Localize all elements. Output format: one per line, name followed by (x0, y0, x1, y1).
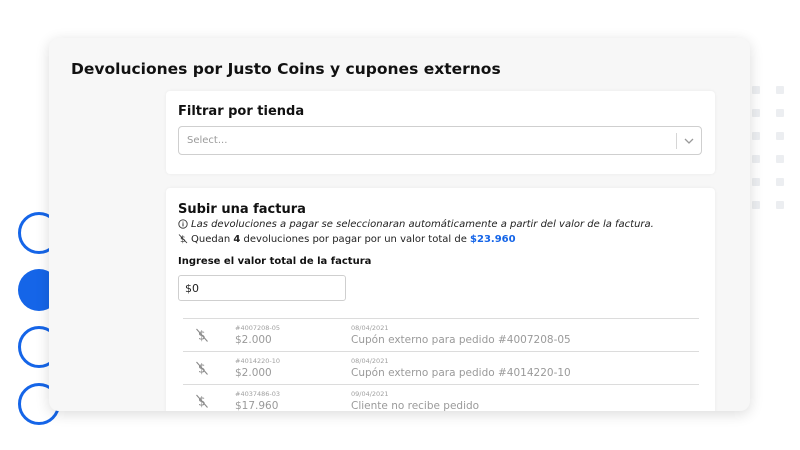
remaining-middle: devoluciones por pagar por un valor tota… (243, 234, 467, 245)
return-date: 08/04/2021 (351, 357, 389, 365)
dollar-slash-icon: $ (195, 393, 209, 409)
info-text: Las devoluciones a pagar se seleccionara… (191, 219, 654, 230)
remaining-summary: $ Quedan 4 devoluciones por pagar por un… (178, 233, 516, 247)
invoice-value-label: Ingrese el valor total de la factura (178, 256, 372, 267)
remaining-total[interactable]: $23.960 (470, 234, 516, 245)
info-icon (178, 219, 188, 232)
select-separator (676, 133, 677, 149)
invoice-value-input[interactable] (178, 275, 346, 301)
store-filter-panel: Filtrar por tienda Select... (166, 91, 715, 174)
order-id: #4037486-03 (235, 390, 281, 398)
filter-title: Filtrar por tienda (178, 104, 305, 119)
return-amount: $2.000 (235, 367, 272, 379)
returns-list: $ #4007208-05 $2.000 08/04/2021 Cupón ex… (183, 318, 699, 411)
dollar-slash-icon: $ (178, 233, 188, 247)
return-description: Cliente no recibe pedido (351, 400, 480, 411)
list-item[interactable]: $ #4037486-03 $17.960 09/04/2021 Cliente… (183, 384, 699, 411)
store-select[interactable]: Select... (178, 126, 702, 155)
page-title: Devoluciones por Justo Coins y cupones e… (71, 60, 501, 78)
return-date: 08/04/2021 (351, 324, 389, 332)
list-item[interactable]: $ #4014220-10 $2.000 08/04/2021 Cupón ex… (183, 351, 699, 384)
invoice-upload-panel: Subir una factura Las devoluciones a pag… (166, 188, 715, 411)
return-amount: $2.000 (235, 334, 272, 346)
order-id: #4014220-10 (235, 357, 281, 365)
store-select-placeholder: Select... (187, 135, 228, 146)
chevron-down-icon[interactable] (682, 133, 696, 149)
upload-title: Subir una factura (178, 202, 306, 217)
return-description: Cupón externo para pedido #4014220-10 (351, 367, 571, 379)
remaining-count: 4 (233, 234, 241, 245)
remaining-prefix: Quedan (191, 234, 231, 245)
dollar-slash-icon: $ (195, 360, 209, 376)
return-amount: $17.960 (235, 400, 279, 411)
info-note: Las devoluciones a pagar se seleccionara… (178, 219, 654, 232)
return-description: Cupón externo para pedido #4007208-05 (351, 334, 571, 346)
order-id: #4007208-05 (235, 324, 281, 332)
return-date: 09/04/2021 (351, 390, 389, 398)
dollar-slash-icon: $ (195, 327, 209, 343)
main-card: Devoluciones por Justo Coins y cupones e… (49, 38, 750, 411)
list-item[interactable]: $ #4007208-05 $2.000 08/04/2021 Cupón ex… (183, 318, 699, 351)
